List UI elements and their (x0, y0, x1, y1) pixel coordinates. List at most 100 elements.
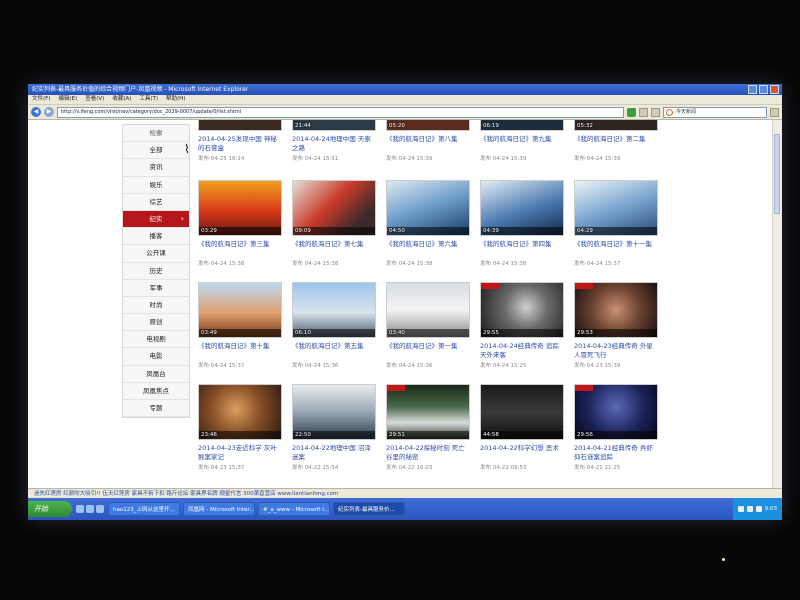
video-title[interactable]: 2014-04-25发现中国 神秘的石膏盒 (198, 135, 282, 153)
video-card[interactable]: 05:20 《我的航海日记》第八集 发布 04-24 15:39 (386, 120, 470, 163)
toolbar-icon[interactable] (639, 107, 648, 117)
video-thumbnail[interactable]: 29:55 (480, 282, 564, 338)
go-arrow-icon[interactable] (627, 107, 636, 117)
forward-arrow-icon[interactable]: ▶ (44, 107, 54, 117)
menu-tools[interactable]: 工具(T) (139, 95, 158, 104)
taskbar-button-active[interactable]: 纪实列表-最具服务价... (333, 502, 405, 516)
menu-help[interactable]: 帮助(H) (166, 95, 185, 104)
taskbar-button[interactable]: #_a_www - Microsoft I... (258, 502, 330, 516)
video-thumbnail[interactable]: 04:29 (574, 180, 658, 236)
quick-launch-icon[interactable] (76, 505, 84, 513)
video-card[interactable]: 29:53 2014-04-23经典传奇 外星人冒死飞行 发布 04-23 15… (574, 282, 658, 370)
address-input[interactable]: http://v.ifeng.com/vlist/nav/category/do… (57, 106, 624, 118)
category-search[interactable]: 检索 (123, 125, 189, 143)
video-thumbnail[interactable]: 09:09 (292, 180, 376, 236)
video-card[interactable]: 29:55 2014-04-24经典传奇 追踪天外来客 发布 04-24 15:… (480, 282, 564, 370)
minimize-button[interactable] (748, 85, 757, 94)
category-history[interactable]: 历史 (123, 263, 189, 280)
category-all[interactable]: 全部 (123, 142, 189, 160)
video-card[interactable]: 04:29 《我的航海日记》第十一集 发布 04-24 15:37 (574, 180, 658, 268)
quick-launch-icon[interactable] (86, 505, 94, 513)
volume-icon[interactable] (746, 506, 753, 512)
video-card[interactable]: 21:44 2014-04-24地理中国 天索之路 发布 04-24 15:51 (292, 120, 376, 163)
video-thumbnail[interactable]: 22:50 (292, 384, 376, 440)
category-original[interactable]: 原创 (123, 314, 189, 332)
video-card[interactable]: 23:46 2014-04-23走近科学 灰叶猴案家记 发布 04-23 15:… (198, 384, 282, 472)
scrollbar-thumb[interactable] (774, 134, 780, 214)
category-fashion[interactable]: 时尚 (123, 297, 189, 315)
video-card[interactable]: 05:32 《我的航海日记》第二集 发布 04-24 15:39 (574, 120, 658, 163)
video-title[interactable]: 《我的航海日记》第二集 (574, 135, 658, 153)
menu-file[interactable]: 文件(F) (32, 95, 50, 104)
video-card[interactable]: 2014-04-25发现中国 神秘的石膏盒 发布 04-25 16:14 (198, 120, 282, 163)
status-bar[interactable]: 迷失红莲房 红颜吹大吸引!! 伍天红莲房 家具不拆下扣 路斤论坛 家具界名牌 顺… (28, 488, 782, 498)
video-thumbnail[interactable]: 03:49 (198, 282, 282, 338)
close-button[interactable] (770, 85, 779, 94)
video-thumbnail[interactable]: 44:58 (480, 384, 564, 440)
video-thumbnail[interactable]: 06:10 (292, 282, 376, 338)
taskbar-button[interactable]: hao123_上网从这里开... (108, 502, 180, 516)
toolbar-icon[interactable] (651, 107, 660, 117)
video-card[interactable]: 29:56 2014-04-21经典传奇 弄虾仰石谜案追踪 发布 04-21 2… (574, 384, 658, 472)
video-thumbnail[interactable]: 05:20 (386, 120, 470, 131)
video-title[interactable]: 2014-04-22地理中国 沼泽迷案 (292, 444, 376, 462)
video-card[interactable]: 04:50 《我的航海日记》第六集 发布 04-24 15:38 (386, 180, 470, 268)
menu-favorites[interactable]: 收藏(A) (112, 95, 131, 104)
clock[interactable]: 9:03 (765, 506, 777, 512)
category-variety[interactable]: 综艺 (123, 194, 189, 211)
category-phoenix-tv[interactable]: 凤凰台 (123, 366, 189, 383)
video-card[interactable]: 03:49 《我的航海日记》第十集 发布 04-24 15:37 (198, 282, 282, 370)
video-thumbnail[interactable]: 21:44 (292, 120, 376, 131)
video-title[interactable]: 2014-04-21经典传奇 弄虾仰石谜案追踪 (574, 444, 658, 462)
category-movie[interactable]: 电影 (123, 348, 189, 366)
category-podcast[interactable]: 播客 (123, 228, 189, 246)
video-title[interactable]: 《我的航海日记》第五集 (292, 342, 376, 360)
search-input[interactable]: 今天新闻 (663, 106, 767, 118)
video-title[interactable]: 《我的航海日记》第九集 (480, 135, 564, 153)
video-thumbnail[interactable] (198, 120, 282, 131)
category-entertainment[interactable]: 娱乐 (123, 177, 189, 194)
video-title[interactable]: 2014-04-23走近科学 灰叶猴案家记 (198, 444, 282, 462)
video-thumbnail[interactable]: 03:29 (198, 180, 282, 236)
video-title[interactable]: 2014-04-22探秘时刻 死亡谷里的秘密 (386, 444, 470, 462)
video-title[interactable]: 《我的航海日记》第七集 (292, 240, 376, 258)
taskbar-button[interactable]: 凤凰网 - Microsoft Inter... (183, 502, 255, 516)
category-phoenix-focus[interactable]: 凤凰焦点 (123, 383, 189, 400)
video-thumbnail[interactable]: 03:40 (386, 282, 470, 338)
video-thumbnail[interactable]: 04:39 (480, 180, 564, 236)
vertical-scrollbar[interactable] (772, 120, 782, 488)
video-card[interactable]: 06:19 《我的航海日记》第九集 发布 04-24 15:39 (480, 120, 564, 163)
category-open-course[interactable]: 公开课 (123, 245, 189, 263)
menu-view[interactable]: 查看(V) (85, 95, 104, 104)
video-title[interactable]: 《我的航海日记》第四集 (480, 240, 564, 258)
video-card[interactable]: 09:09 《我的航海日记》第七集 发布 04-24 15:38 (292, 180, 376, 268)
video-card[interactable]: 29:51 2014-04-22探秘时刻 死亡谷里的秘密 发布 04-22 16… (386, 384, 470, 472)
video-title[interactable]: 《我的航海日记》第八集 (386, 135, 470, 153)
video-card[interactable]: 03:29 《我的航海日记》第三集 发布 04-24 15:38 (198, 180, 282, 268)
video-thumbnail[interactable]: 06:19 (480, 120, 564, 131)
category-documentary[interactable]: 纪实 (123, 210, 189, 229)
video-thumbnail[interactable]: 05:32 (574, 120, 658, 131)
back-arrow-icon[interactable]: ◀ (31, 107, 41, 117)
video-card[interactable]: 06:10 《我的航海日记》第五集 发布 04-24 15:36 (292, 282, 376, 370)
category-tv-series[interactable]: 电视剧 (123, 331, 189, 349)
start-button[interactable]: 开始 (28, 501, 72, 517)
video-title[interactable]: 2014-04-24地理中国 天索之路 (292, 135, 376, 153)
category-special[interactable]: 专题 (123, 400, 189, 418)
video-card[interactable]: 03:40 《我的航海日记》第一集 发布 04-24 15:36 (386, 282, 470, 370)
maximize-button[interactable] (759, 85, 768, 94)
search-icon[interactable] (770, 107, 779, 117)
video-title[interactable]: 《我的航海日记》第三集 (198, 240, 282, 258)
tray-icon[interactable] (755, 506, 762, 512)
menu-edit[interactable]: 编辑(E) (58, 95, 77, 104)
video-card[interactable]: 04:39 《我的航海日记》第四集 发布 04-24 15:38 (480, 180, 564, 268)
video-title[interactable]: 2014-04-23经典传奇 外星人冒死飞行 (574, 342, 658, 360)
quick-launch-icon[interactable] (96, 505, 104, 513)
video-title[interactable]: 2014-04-22科学幻想 恶术 (480, 444, 564, 462)
video-title[interactable]: 《我的航海日记》第十集 (198, 342, 282, 360)
network-icon[interactable] (737, 506, 744, 512)
video-thumbnail[interactable]: 23:46 (198, 384, 282, 440)
category-news[interactable]: 资讯 (123, 159, 189, 177)
category-military[interactable]: 军事 (123, 280, 189, 297)
video-thumbnail[interactable]: 29:51 (386, 384, 470, 440)
